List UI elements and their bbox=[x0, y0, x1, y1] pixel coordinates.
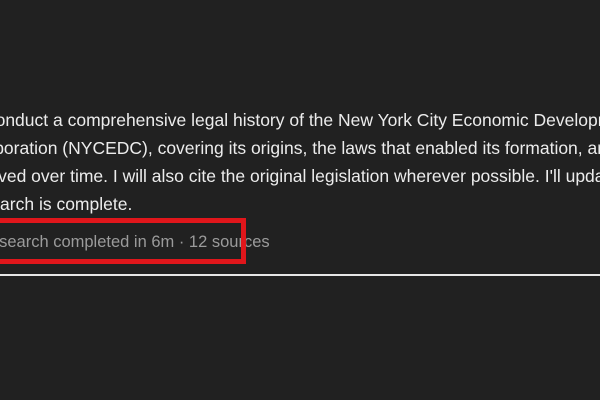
message-line: evolved over time. I will also cite the … bbox=[0, 166, 600, 186]
chat-viewport: I'll conduct a comprehensive legal histo… bbox=[0, 0, 600, 400]
divider bbox=[0, 274, 600, 276]
message-line: Corporation (NYCEDC), covering its origi… bbox=[0, 138, 600, 158]
highlight-box bbox=[0, 218, 246, 264]
message-line: research is complete. bbox=[0, 194, 133, 214]
assistant-message: I'll conduct a comprehensive legal histo… bbox=[0, 106, 600, 218]
message-line: I'll conduct a comprehensive legal histo… bbox=[0, 110, 600, 130]
